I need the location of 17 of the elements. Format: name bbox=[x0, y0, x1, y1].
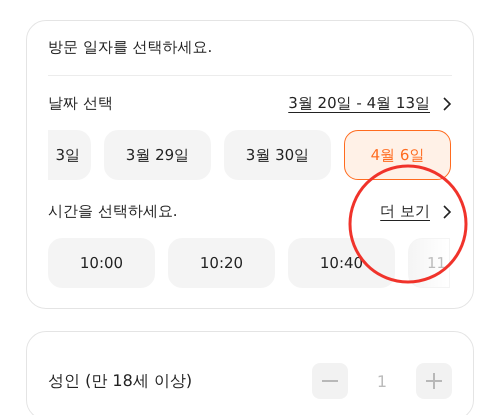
plus-icon bbox=[426, 373, 442, 389]
chevron-right-icon bbox=[442, 96, 452, 112]
date-chip[interactable]: 3월 30일 bbox=[224, 130, 331, 180]
count-value: 1 bbox=[376, 372, 388, 390]
time-chip[interactable]: 10:20 bbox=[168, 238, 275, 288]
adult-label: 성인 (만 18세 이상) bbox=[48, 370, 192, 392]
date-chip[interactable]: 3월 29일 bbox=[104, 130, 211, 180]
time-chip[interactable]: 10:00 bbox=[48, 238, 155, 288]
visit-date-heading: 방문 일자를 선택하세요. bbox=[48, 38, 452, 76]
date-range-link[interactable]: 3월 20일 - 4월 13일 bbox=[288, 94, 430, 113]
time-select-label: 시간을 선택하세요. bbox=[48, 202, 178, 221]
more-link[interactable]: 더 보기 bbox=[380, 202, 430, 221]
chevron-right-icon bbox=[442, 204, 452, 220]
time-chip[interactable]: 10:40 bbox=[288, 238, 395, 288]
date-chip[interactable]: 3일 bbox=[48, 130, 91, 180]
minus-icon bbox=[322, 380, 338, 382]
date-select-label: 날짜 선택 bbox=[48, 94, 113, 113]
